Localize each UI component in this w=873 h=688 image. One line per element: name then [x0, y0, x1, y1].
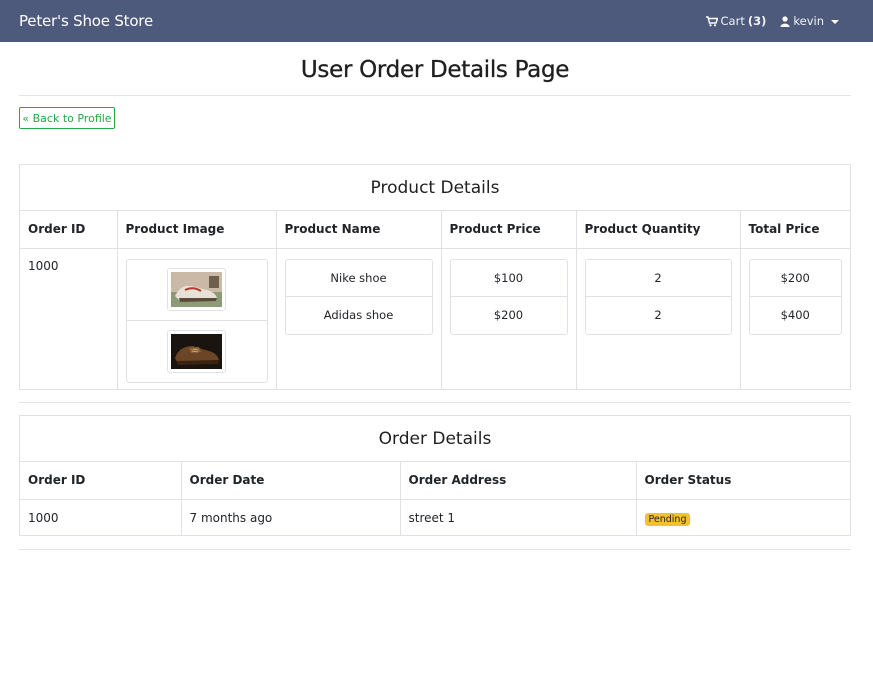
order-address-cell: street 1 [400, 499, 637, 535]
product-image-list [125, 258, 268, 383]
order-details-table: Order ID Order Date Order Address Order … [20, 462, 850, 535]
column-header: Product Quantity [576, 211, 741, 249]
table-row: 1000 Nike shoe Adidas shoe $100 $200 2 2… [20, 248, 850, 389]
column-header: Order ID [20, 211, 118, 249]
column-header: Order Status [636, 462, 850, 500]
product-name-list: Nike shoe Adidas shoe [284, 258, 433, 335]
column-header: Order ID [20, 462, 182, 500]
nike-shoe-photo [171, 272, 222, 307]
section-divider [19, 402, 851, 403]
nike-shoe-image[interactable] [167, 268, 226, 311]
list-item: $100 [450, 260, 567, 297]
order-id-cell: 1000 [20, 499, 182, 535]
user-name: kevin [793, 14, 824, 28]
title-divider [19, 95, 851, 96]
product-price-cell: $100 $200 [441, 248, 577, 389]
brand-link[interactable]: Peter's Shoe Store [19, 12, 153, 30]
table-header-row: Order ID Order Date Order Address Order … [20, 462, 850, 500]
order-id-cell: 1000 [20, 248, 118, 389]
list-item: $400 [780, 308, 810, 322]
column-header: Total Price [740, 211, 850, 249]
product-price-list: $100 $200 [449, 258, 568, 335]
product-details-table: Order ID Product Image Product Name Prod… [20, 211, 850, 389]
product-image-cell [117, 248, 277, 389]
main-container: User Order Details Page « Back to Profil… [19, 42, 851, 550]
column-header: Order Date [181, 462, 401, 500]
list-item: Nike shoe [285, 260, 432, 297]
order-status-cell: Pending [636, 499, 850, 535]
list-item: Adidas shoe [323, 308, 394, 322]
column-header: Product Price [441, 211, 577, 249]
column-header: Order Address [400, 462, 637, 500]
page-title: User Order Details Page [300, 56, 570, 83]
list-item: $200 [493, 308, 524, 322]
back-to-profile-button[interactable]: « Back to Profile [19, 107, 115, 129]
list-item [127, 321, 267, 382]
top-navbar: Peter's Shoe Store Cart (3) kevin [0, 0, 873, 42]
order-date-cell: 7 months ago [181, 499, 401, 535]
shopping-cart-icon [705, 15, 718, 26]
caret-down-icon [831, 19, 839, 24]
column-header: Product Name [276, 211, 442, 249]
adidas-shoe-image[interactable] [167, 329, 226, 373]
list-item: $200 [749, 260, 841, 297]
column-header: Product Image [117, 211, 277, 249]
total-price-cell: $200 $400 [740, 248, 850, 389]
product-name-cell: Nike shoe Adidas shoe [276, 248, 442, 389]
product-details-heading: Product Details [20, 165, 850, 211]
order-details-heading: Order Details [20, 416, 850, 462]
table-row: 1000 7 months ago street 1 Pending [20, 499, 850, 535]
total-price-list: $200 $400 [748, 258, 842, 335]
nav-right: Cart (3) kevin [705, 14, 854, 28]
product-quantity-cell: 2 2 [576, 248, 741, 389]
bottom-divider [19, 549, 851, 550]
cart-count: (3) [747, 14, 767, 28]
product-details-panel: Product Details Order ID Product Image P… [19, 164, 851, 390]
cart-label: Cart [720, 14, 745, 28]
list-item [126, 260, 267, 321]
user-menu-toggle[interactable]: kevin [780, 14, 839, 28]
adidas-shoe-photo [171, 333, 222, 369]
list-item: 2 [654, 308, 662, 322]
product-quantity-list: 2 2 [584, 258, 732, 335]
order-details-panel: Order Details Order ID Order Date Order … [19, 415, 851, 536]
list-item: 2 [585, 260, 731, 297]
user-icon [780, 15, 790, 27]
status-badge: Pending [644, 512, 691, 526]
cart-link[interactable]: Cart (3) [705, 14, 767, 28]
table-header-row: Order ID Product Image Product Name Prod… [20, 211, 850, 249]
